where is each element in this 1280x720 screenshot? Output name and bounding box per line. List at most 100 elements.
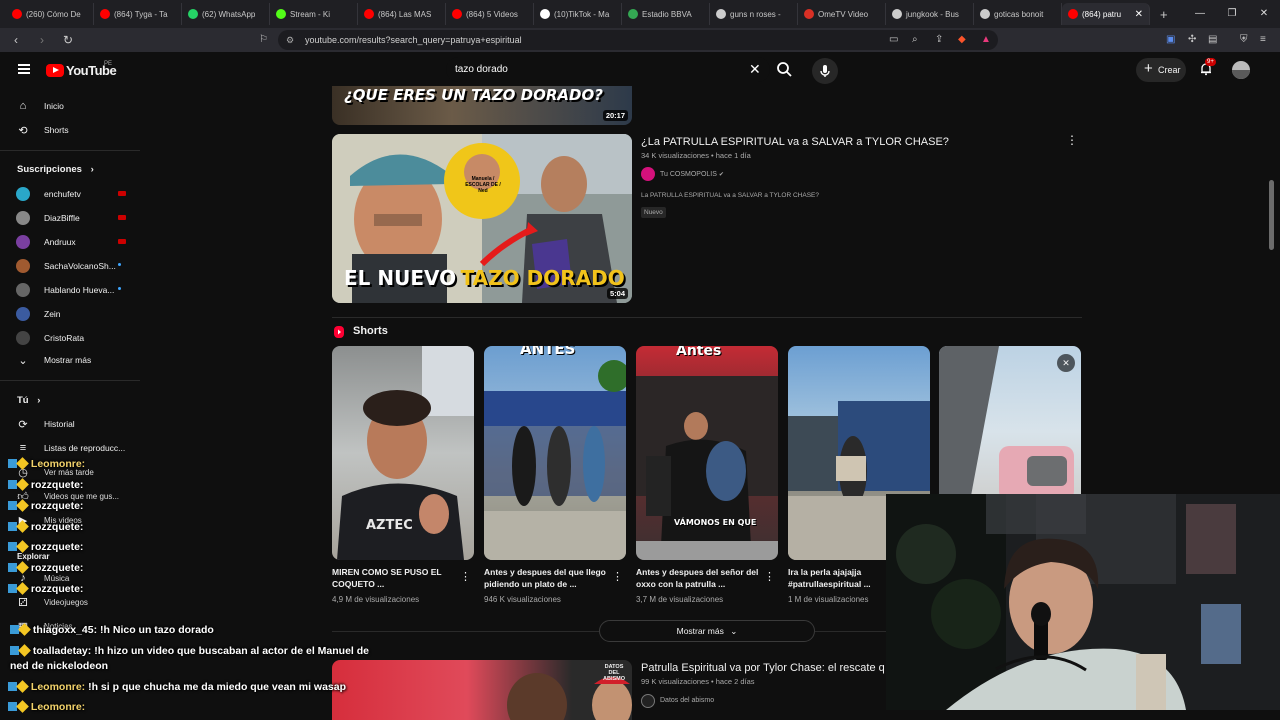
restore-icon[interactable]: ❐ bbox=[1216, 0, 1248, 28]
hamburger-menu-icon[interactable] bbox=[18, 64, 30, 74]
browser-tab[interactable]: (62) WhatsApp bbox=[182, 3, 270, 25]
short-title[interactable]: Antes y despues del que llego pidiendo u… bbox=[484, 566, 612, 590]
translate-icon[interactable]: ▣ bbox=[1166, 28, 1175, 52]
short-options-icon[interactable]: ⋮ bbox=[460, 570, 471, 583]
sidebar-subscription-item[interactable]: Andruux bbox=[16, 232, 76, 252]
video-meta: 34 K visualizaciones • hace 1 día bbox=[641, 151, 751, 160]
sidebar-item-playlists[interactable]: ≡ Listas de reproducc... bbox=[16, 438, 125, 458]
sidebar-subscription-item[interactable]: Hablando Hueva... bbox=[16, 280, 114, 300]
short-options-icon[interactable]: ⋮ bbox=[612, 570, 623, 583]
thumbnail-caption-white: EL NUEVO bbox=[344, 266, 457, 290]
you-header[interactable]: Tú › bbox=[17, 395, 40, 406]
new-tab-icon[interactable]: + bbox=[1160, 7, 1168, 22]
short-title[interactable]: Antes y despues del señor del oxxo con l… bbox=[636, 566, 764, 590]
tab-favicon-icon bbox=[540, 9, 550, 19]
short-thumbnail[interactable]: Antes VÁMONOS EN QUE bbox=[636, 346, 778, 560]
browser-tab[interactable]: (864) Tyga - Ta bbox=[94, 3, 182, 25]
sidebar-toggle-icon[interactable]: ▤ bbox=[1208, 28, 1217, 52]
browser-tab[interactable]: (864) 5 Videos bbox=[446, 3, 534, 25]
video-title[interactable]: Patrulla Espiritual va por Tylor Chase: … bbox=[641, 662, 885, 674]
minimize-icon[interactable]: — bbox=[1184, 0, 1216, 28]
chat-badge-icon bbox=[16, 499, 29, 512]
extensions-icon[interactable]: ✣ bbox=[1188, 28, 1196, 52]
browser-tab[interactable]: (864) Las MAS bbox=[358, 3, 446, 25]
chat-message: rozzquete: bbox=[8, 499, 83, 512]
browser-tab[interactable]: Stream - Ki bbox=[270, 3, 358, 25]
browser-tab[interactable]: goticas bonoit bbox=[974, 3, 1062, 25]
sidebar-subscription-item[interactable]: enchufetv bbox=[16, 184, 81, 204]
close-window-icon[interactable]: ✕ bbox=[1248, 0, 1280, 28]
tab-favicon-icon bbox=[716, 9, 726, 19]
cast-icon[interactable]: ▭ bbox=[889, 28, 898, 52]
browser-tab[interactable]: OmeTV Video bbox=[798, 3, 886, 25]
browser-tab[interactable]: guns n roses - bbox=[710, 3, 798, 25]
short-title[interactable]: MIREN COMO SE PUSO EL COQUETO ... bbox=[332, 566, 460, 590]
browser-tab[interactable]: jungkook - Bus bbox=[886, 3, 974, 25]
mute-icon[interactable]: ✕ bbox=[1057, 354, 1075, 372]
browser-menu-icon[interactable]: ≡ bbox=[1260, 28, 1266, 52]
video-thumbnail[interactable]: DATOS DEL ABISMO bbox=[332, 660, 632, 720]
browser-tab[interactable]: (10)TikTok - Ma bbox=[534, 3, 622, 25]
sidebar-item-historial[interactable]: ⟳ Historial bbox=[16, 414, 75, 434]
chat-text: ned de nickelodeon bbox=[10, 660, 109, 672]
short-options-icon[interactable]: ⋮ bbox=[764, 570, 775, 583]
sidebar-item-shorts[interactable]: ⟲ Shorts bbox=[16, 120, 68, 140]
tab-title: guns n roses - bbox=[730, 9, 781, 19]
show-more-shorts-button[interactable]: Mostrar más ⌄ bbox=[599, 620, 815, 642]
sidebar-item-videojuegos[interactable]: ⚂ Videojuegos bbox=[16, 592, 88, 612]
sidebar-item-label: Videojuegos bbox=[44, 597, 88, 607]
rewards-icon[interactable]: ▲ bbox=[981, 28, 991, 52]
sidebar-subscription-item[interactable]: CristoRata bbox=[16, 328, 84, 348]
url-text: youtube.com/results?search_query=patruya… bbox=[305, 35, 522, 45]
tab-favicon-icon bbox=[364, 9, 374, 19]
chat-message: Leomonre: bbox=[8, 700, 85, 713]
short-thumbnail[interactable]: ANTES bbox=[484, 346, 626, 560]
sidebar-subscription-item[interactable]: Zein bbox=[16, 304, 61, 324]
chat-badge-icon bbox=[16, 680, 29, 693]
short-thumbnail[interactable]: AZTEC bbox=[332, 346, 474, 560]
bookmark-icon[interactable]: ⚐ bbox=[259, 28, 268, 52]
chat-badge-icon bbox=[16, 520, 29, 533]
show-more-subscriptions[interactable]: ⌄ Mostrar más bbox=[16, 350, 91, 370]
youtube-logo-icon[interactable] bbox=[46, 64, 64, 77]
browser-tab[interactable]: Estadio BBVA bbox=[622, 3, 710, 25]
sidebar-subscription-item[interactable]: SachaVolcanoSh... bbox=[16, 256, 116, 276]
channel-avatar[interactable] bbox=[641, 694, 655, 708]
page-scrollbar[interactable] bbox=[1269, 180, 1274, 250]
search-input[interactable]: tazo dorado bbox=[446, 57, 770, 82]
create-button[interactable]: Crear bbox=[1136, 57, 1186, 82]
voice-search-button[interactable] bbox=[812, 58, 838, 84]
vpn-icon[interactable]: ⛨ bbox=[1240, 28, 1248, 52]
clear-search-icon[interactable]: ✕ bbox=[749, 61, 761, 78]
short-views: 3,7 M de visualizaciones bbox=[636, 595, 724, 604]
video-thumbnail[interactable]: Manuela / ESCOLAR DE / Ned EL NUEVO TAZO… bbox=[332, 134, 632, 303]
browser-tab[interactable]: (864) patru ✕ bbox=[1062, 3, 1150, 25]
subscriptions-header[interactable]: Suscripciones › bbox=[17, 164, 94, 175]
video-title[interactable]: ¿La PATRULLA ESPIRITUAL va a SALVAR a TY… bbox=[641, 136, 949, 148]
site-info-icon[interactable]: ⚙ bbox=[286, 30, 294, 50]
tab-favicon-icon bbox=[804, 9, 814, 19]
channel-name[interactable]: Tu COSMOPOLIS ✔ bbox=[660, 171, 724, 178]
close-tab-icon[interactable]: ✕ bbox=[1135, 9, 1143, 20]
video-thumbnail-partial[interactable]: ¿QUE ERES UN TAZO DORADO? 20:17 bbox=[332, 86, 632, 125]
back-icon[interactable]: ‹ bbox=[6, 33, 26, 47]
video-options-icon[interactable]: ⋮ bbox=[1066, 134, 1078, 146]
brave-shield-icon[interactable]: ◆ bbox=[958, 28, 966, 52]
sidebar-item-inicio[interactable]: ⌂ Inicio bbox=[16, 96, 64, 116]
channel-name[interactable]: Datos del abismo bbox=[660, 697, 714, 704]
account-avatar[interactable] bbox=[1232, 61, 1250, 79]
sidebar-subscription-item[interactable]: DiazBiffle bbox=[16, 208, 80, 228]
chat-username: Leomonre: bbox=[30, 681, 86, 693]
channel-avatar[interactable] bbox=[641, 167, 655, 181]
reload-icon[interactable]: ↻ bbox=[58, 33, 78, 47]
browser-tab[interactable]: (260) Cómo De bbox=[6, 3, 94, 25]
section-divider bbox=[332, 631, 599, 632]
share-icon[interactable]: ⇪ bbox=[935, 28, 943, 52]
zoom-icon[interactable]: ⌕ bbox=[912, 28, 918, 52]
explore-header: Explorar bbox=[17, 552, 50, 561]
sidebar-item-label: Historial bbox=[44, 419, 75, 429]
microphone-icon bbox=[820, 65, 830, 77]
forward-icon[interactable]: › bbox=[32, 33, 52, 47]
chat-text: !h hizo un video que buscaban al actor d… bbox=[94, 645, 369, 657]
search-icon[interactable] bbox=[775, 60, 795, 80]
